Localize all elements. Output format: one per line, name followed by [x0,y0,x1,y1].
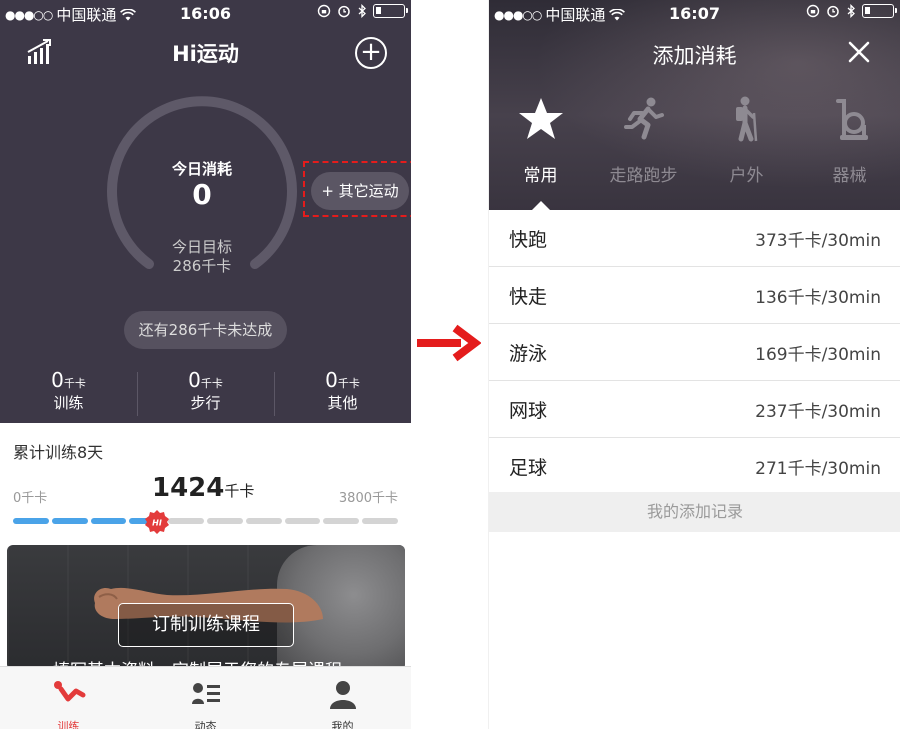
level-badge-text: HI [153,519,163,528]
add-icon[interactable]: + [355,37,387,69]
custom-course-button[interactable]: 订制训练课程 [118,603,294,647]
activity-name: 快跑 [509,228,548,251]
page-title: 添加消耗 [652,44,737,68]
bluetooth-icon [847,4,855,18]
alarm-icon [827,5,839,18]
rotation-lock-icon [317,4,331,18]
list-item[interactable]: 游泳 169千卡/30min [489,324,900,381]
progress-segment [51,518,88,524]
custom-course-banner[interactable]: 订制训练课程 填写基本资料，定制属于您的专属课程 [7,545,405,670]
running-icon [623,97,664,140]
tab-label: 训练 [57,720,80,729]
rotation-lock-icon [806,4,820,18]
progress-segment [245,518,282,524]
highlight-annotation [303,161,411,217]
category-tab-common[interactable]: 常用 [489,95,592,195]
progress-segment [90,518,127,524]
breakdown-value: 0 [51,368,64,392]
close-icon[interactable] [847,40,871,64]
training-icon [53,681,85,702]
page-title: Hi运动 [172,42,239,66]
category-tab-equipment[interactable]: 器械 [798,95,900,195]
add-consumption-screen: ●●●○○ 中国联通 16:07 添加消耗 常用 走路跑步 户外 器械 快跑 3… [488,0,900,729]
alarm-icon [338,5,350,18]
tab-training[interactable]: 训练 [0,667,137,729]
status-bar: ●●●○○ 中国联通 16:07 [489,0,900,26]
scale-min: 0千卡 [13,491,48,506]
hi-sport-screen: ●●●○○ 中国联通 16:06 Hi运动 + 今日消耗 0 今日目标 286千… [0,0,411,729]
star-icon [518,98,563,139]
exercise-bike-icon [835,99,868,140]
battery-icon [373,4,408,18]
progress-segment [13,518,49,524]
activity-calories: 169千卡/30min [755,344,881,365]
list-item[interactable]: 快跑 373千卡/30min [489,210,900,267]
today-goal-label: 今日目标 [171,238,232,256]
activity-name: 网球 [509,399,548,422]
tab-label: 动态 [194,720,217,729]
breakdown-label: 其他 [327,394,358,412]
level-badge: HI [145,510,170,534]
active-category-pointer [532,201,550,210]
progress-segment [206,518,243,524]
battery-icon [862,4,897,18]
scale-max: 3800千卡 [338,491,398,506]
activity-calories: 237千卡/30min [755,401,881,422]
total-unit: 千卡 [224,482,255,500]
accumulated-days: 累计训练8天 [13,443,104,462]
today-consume-value: 0 [192,178,212,211]
breakdown-label: 步行 [190,394,221,412]
tab-feed[interactable]: 动态 [137,667,274,729]
category-label: 走路跑步 [609,166,678,186]
calorie-breakdown: 0千卡 训练 0千卡 步行 0千卡 其他 [0,368,411,420]
breakdown-label: 训练 [53,394,84,412]
activity-name: 快走 [509,285,548,308]
tab-label: 我的 [331,720,354,729]
level-progress-bar [13,517,398,525]
breakdown-walking: 0千卡 步行 [137,368,274,420]
breakdown-other: 0千卡 其他 [274,368,411,420]
category-tab-outdoor[interactable]: 户外 [695,95,798,195]
list-item[interactable]: 快走 136千卡/30min [489,267,900,324]
transition-arrow-icon [417,324,481,362]
list-item[interactable]: 足球 271千卡/30min [489,438,900,495]
my-records-button[interactable]: 我的添加记录 [489,492,900,532]
today-consume-label: 今日消耗 [171,160,232,178]
breakdown-value: 0 [325,368,338,392]
feed-icon [191,683,220,704]
today-goal-value: 286千卡 [172,257,232,275]
list-item[interactable]: 网球 237千卡/30min [489,381,900,438]
progress-segment [323,518,360,524]
progress-segment [284,518,321,524]
category-label: 器械 [832,166,867,186]
activity-name: 游泳 [509,342,548,365]
comparison-canvas: ●●●○○ 中国联通 16:06 Hi运动 + 今日消耗 0 今日目标 286千… [0,0,900,729]
remaining-calories-pill: 还有286千卡未达成 [124,311,287,349]
total-value: 1424 [152,473,225,503]
category-tabs: 常用 走路跑步 户外 器械 [489,95,900,195]
activity-name: 足球 [509,456,548,479]
breakdown-unit: 千卡 [337,377,360,390]
category-label: 户外 [729,166,764,186]
total-calories: 1424千卡 [152,473,254,503]
bluetooth-icon [358,4,366,18]
breakdown-unit: 千卡 [63,377,86,390]
status-bar: ●●●○○ 中国联通 16:06 [0,0,411,26]
category-label: 常用 [523,166,558,186]
activity-calories: 271千卡/30min [755,458,881,479]
hiking-icon [735,96,757,142]
category-tab-walk-run[interactable]: 走路跑步 [592,95,695,195]
bottom-tab-bar: 训练 动态 我的 [0,666,411,729]
progress-segment [168,518,204,524]
tab-profile[interactable]: 我的 [274,667,411,729]
activity-calories: 373千卡/30min [755,230,881,251]
activity-list: 快跑 373千卡/30min 快走 136千卡/30min 游泳 169千卡/3… [489,210,900,495]
breakdown-value: 0 [188,368,201,392]
breakdown-unit: 千卡 [200,377,223,390]
progress-segment [362,518,398,524]
activity-calories: 136千卡/30min [755,287,881,308]
breakdown-training: 0千卡 训练 [0,368,137,420]
profile-icon [329,681,356,709]
